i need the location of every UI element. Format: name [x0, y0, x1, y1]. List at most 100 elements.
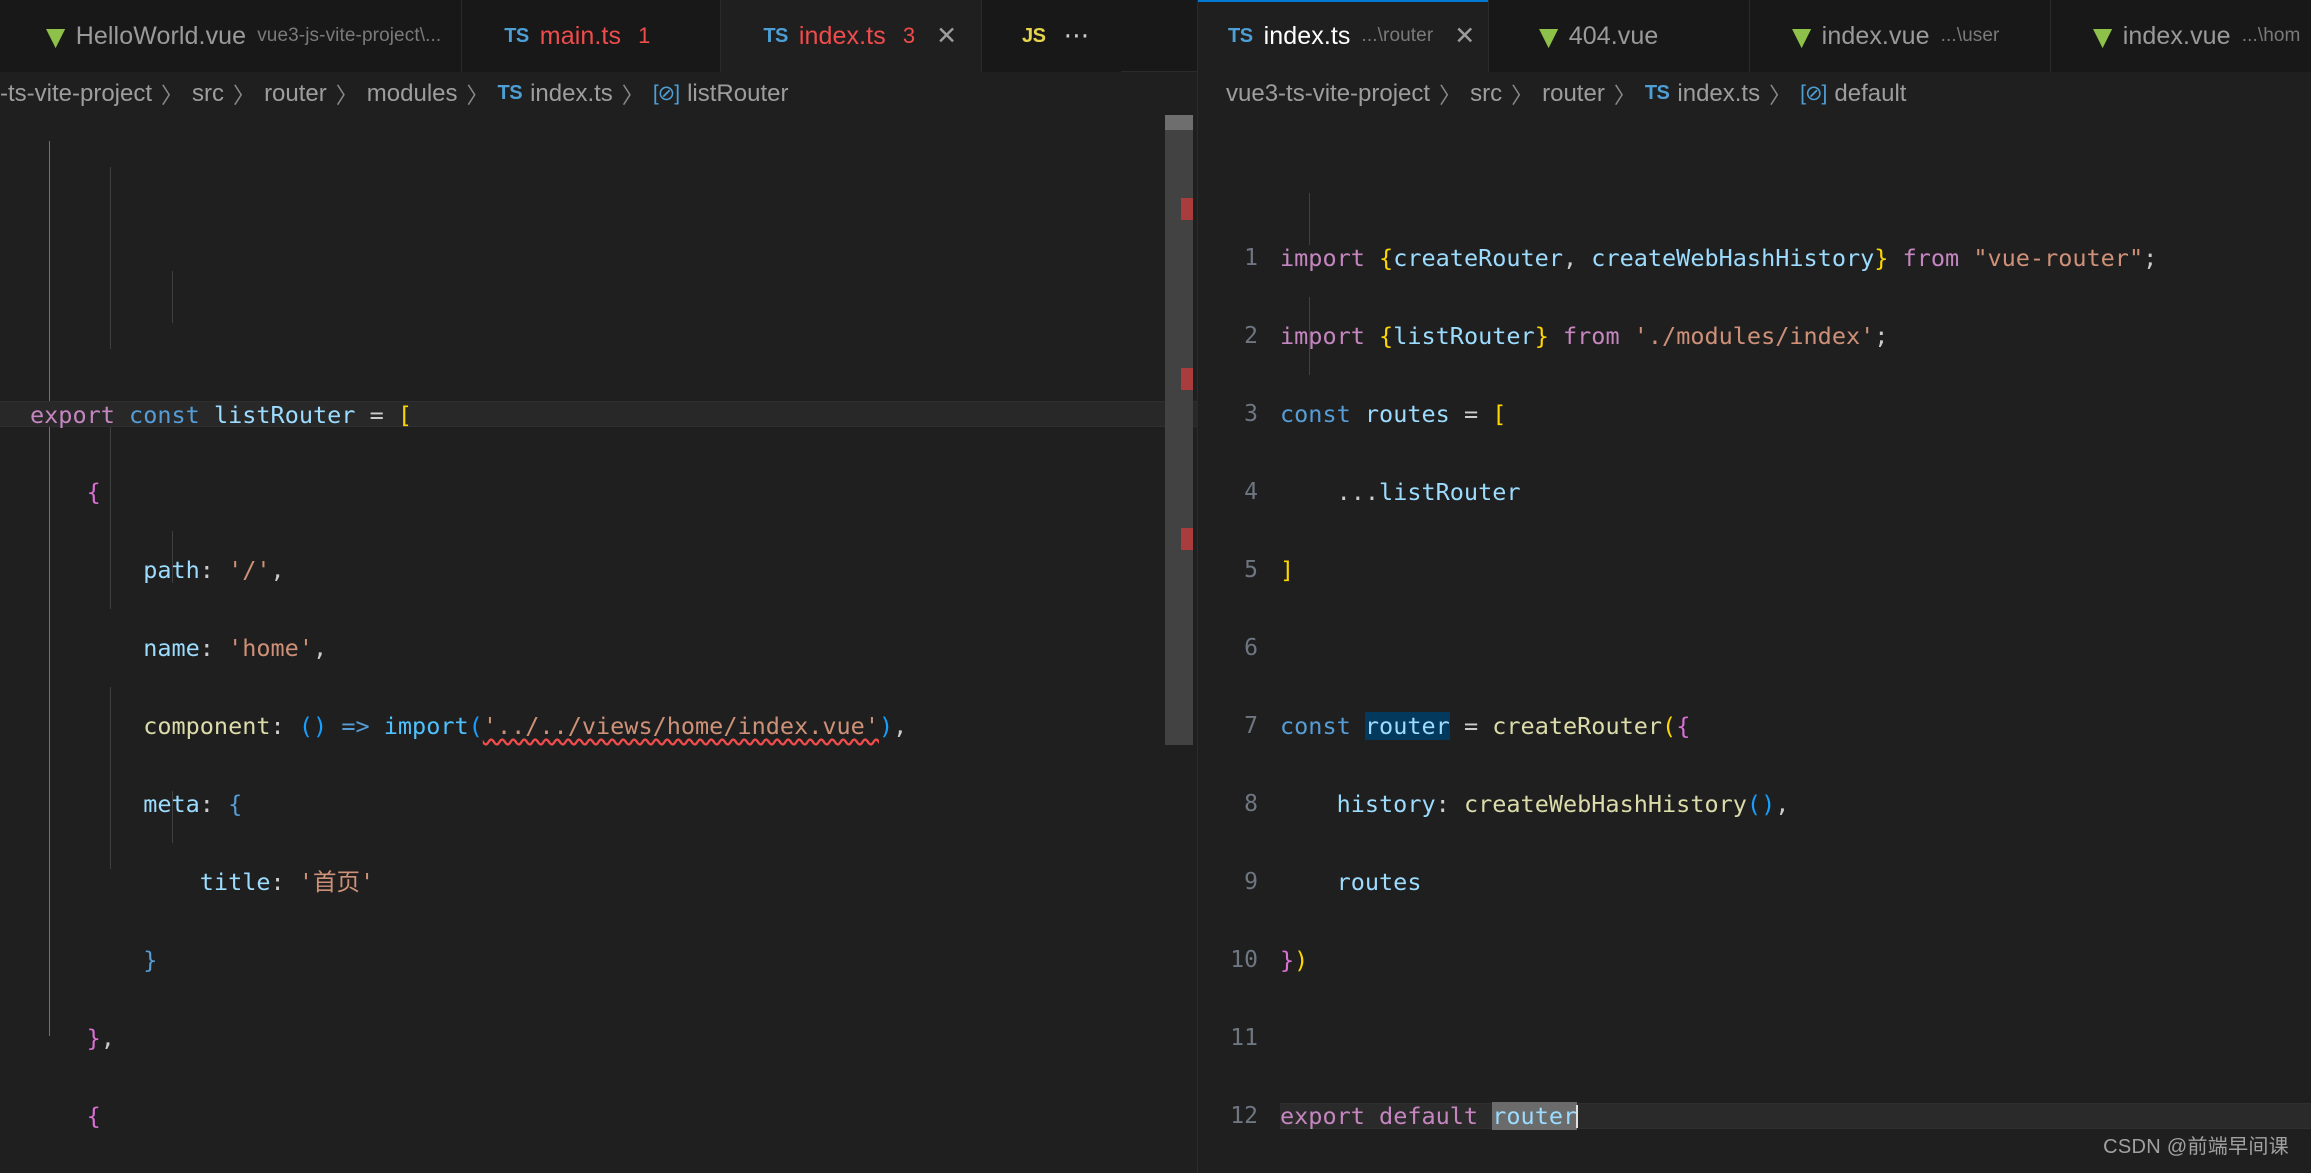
tab-description: ...\router [1361, 25, 1434, 46]
tab-description: ...\user [1940, 25, 2000, 46]
code-editor-right[interactable]: 1 import {createRouter, createWebHashHist… [1198, 115, 2311, 1173]
line-number: 10 [1230, 947, 1258, 973]
line-number: 8 [1244, 791, 1258, 817]
vue-file-icon: ▼ [2093, 21, 2112, 51]
editor-scrollbar-left[interactable] [1165, 115, 1193, 1173]
tab-index-vue-home[interactable]: ▼ index.vue ...\hom [2051, 0, 2311, 72]
code-line[interactable]: { [0, 479, 1197, 505]
tab-label: 404.vue [1568, 21, 1659, 50]
breadcrumb-item-modules[interactable]: modules [367, 80, 458, 108]
tab-label: index.vue [2122, 21, 2231, 50]
editor-group-right: TS index.ts ...\router ✕ ▼ 404.vue ▼ ind… [1197, 0, 2311, 1173]
line-number: 12 [1230, 1103, 1258, 1129]
error-marker[interactable] [1181, 528, 1193, 550]
watermark: CSDN @前端早间课 [2103, 1136, 2289, 1158]
line-number: 4 [1244, 479, 1258, 505]
breadcrumb-item-router[interactable]: router [1542, 80, 1605, 108]
tabbar-left[interactable]: ▼ HelloWorld.vue vue3-js-vite-project\..… [0, 0, 1197, 72]
tab-helloworld-vue[interactable]: ▼ HelloWorld.vue vue3-js-vite-project\..… [0, 0, 463, 72]
selected-word[interactable]: router [1364, 712, 1450, 740]
tab-index-ts-router[interactable]: TS index.ts ...\router ✕ [1198, 0, 1489, 72]
vue-file-icon: ▼ [1791, 21, 1811, 51]
breadcrumb-separator-icon: 〉 [621, 82, 644, 108]
close-icon[interactable]: ✕ [936, 23, 957, 49]
code-line[interactable]: 4 ...listRouter [1198, 479, 2311, 505]
code-line[interactable]: 12 export default router [1198, 1102, 2311, 1130]
breadcrumb-separator-icon: 〉 [233, 82, 256, 108]
vscode-window: ▼ HelloWorld.vue vue3-js-vite-project\..… [0, 0, 2311, 1173]
code-line[interactable]: export const listRouter = [ [0, 401, 1197, 428]
code-line[interactable]: 7 const router = createRouter({ [1198, 712, 2311, 740]
tab-error-badge: 3 [902, 23, 916, 48]
tab-index-ts-modules[interactable]: TS index.ts 3 ✕ [721, 0, 983, 72]
code-line[interactable]: 6 [1198, 635, 2311, 661]
error-marker[interactable] [1181, 368, 1193, 390]
breadcrumb-item-symbol[interactable]: [⊘] default [1800, 80, 1906, 108]
breadcrumb-separator-icon: 〉 [466, 82, 489, 108]
breadcrumb-separator-icon: 〉 [161, 82, 184, 108]
typescript-file-icon: TS [504, 25, 529, 47]
typescript-file-icon: TS [763, 25, 788, 47]
tab-overflow-js[interactable]: JS ⋯ [982, 0, 1121, 72]
selected-word[interactable]: router [1492, 1102, 1578, 1130]
breadcrumb-item-project[interactable]: vue3-ts-vite-project [1226, 80, 1430, 108]
code-line[interactable]: 9 routes [1198, 869, 2311, 895]
line-number: 6 [1244, 635, 1258, 661]
code-line[interactable]: component: () => import('../../views/hom… [0, 713, 1197, 739]
vue-file-icon: ▼ [46, 21, 65, 51]
typescript-file-icon: TS [497, 82, 523, 104]
editor-group-left: ▼ HelloWorld.vue vue3-js-vite-project\..… [0, 0, 1197, 1173]
breadcrumb-left[interactable]: -ts-vite-project 〉 src 〉 router 〉 module… [0, 72, 1197, 115]
variable-symbol-icon: [⊘] [652, 82, 680, 105]
breadcrumb-item-src[interactable]: src [1470, 80, 1502, 108]
line-number: 3 [1244, 401, 1258, 427]
line-number: 1 [1244, 245, 1258, 271]
code-line[interactable]: }, [0, 1025, 1197, 1051]
code-editor-left[interactable]: export const listRouter = [ { path: '/',… [0, 115, 1197, 1173]
more-tabs-icon[interactable]: ⋯ [1064, 23, 1091, 49]
code-line[interactable]: name: 'home', [0, 635, 1197, 661]
error-marker[interactable] [1181, 198, 1193, 220]
code-line[interactable]: 10}) [1198, 947, 2311, 973]
code-line[interactable]: 2 import {listRouter} from './modules/ind… [1198, 323, 2311, 349]
tab-label: main.ts [539, 21, 622, 50]
breadcrumb-item-project[interactable]: -ts-vite-project [0, 80, 152, 108]
breadcrumb-separator-icon: 〉 [1511, 82, 1534, 108]
tabbar-right[interactable]: TS index.ts ...\router ✕ ▼ 404.vue ▼ ind… [1198, 0, 2311, 72]
breadcrumb-item-symbol[interactable]: [⊘] listRouter [653, 80, 789, 108]
code-line[interactable]: 5] [1198, 557, 2311, 583]
code-line[interactable]: path: '/', [0, 557, 1197, 583]
typescript-file-icon: TS [1644, 82, 1670, 104]
indent-guide [49, 141, 50, 1036]
indent-guide [172, 271, 173, 323]
breadcrumb-separator-icon: 〉 [1769, 82, 1792, 108]
tab-label: HelloWorld.vue [75, 21, 247, 50]
breadcrumb-item-file[interactable]: TS index.ts [498, 80, 613, 108]
code-line[interactable]: } [0, 947, 1197, 973]
scrollbar-top-decoration [1165, 115, 1193, 130]
breadcrumb-separator-icon: 〉 [1613, 82, 1636, 108]
tab-label: index.ts [1263, 21, 1351, 50]
line-number: 11 [1230, 1025, 1258, 1051]
breadcrumb-item-router[interactable]: router [264, 80, 327, 108]
tab-404-vue[interactable]: ▼ 404.vue [1488, 0, 1750, 72]
code-line[interactable]: 1 import {createRouter, createWebHashHist… [1198, 245, 2311, 271]
tab-main-ts[interactable]: TS main.ts 1 [462, 0, 722, 72]
tab-description: ...\hom [2241, 25, 2301, 46]
code-line[interactable]: { [0, 1103, 1197, 1129]
text-cursor [1576, 1105, 1579, 1128]
tab-index-vue-user[interactable]: ▼ index.vue ...\user [1749, 0, 2052, 72]
code-line[interactable]: 8 history: createWebHashHistory(), [1198, 791, 2311, 817]
code-line[interactable]: title: '首页' [0, 869, 1197, 895]
code-line[interactable]: 11 [1198, 1025, 2311, 1051]
indent-guide [1309, 193, 1310, 245]
close-icon[interactable]: ✕ [1454, 23, 1475, 49]
code-line[interactable]: meta: { [0, 791, 1197, 817]
breadcrumb-right[interactable]: vue3-ts-vite-project 〉 src 〉 router 〉 TS… [1198, 72, 2311, 115]
typescript-file-icon: TS [1228, 25, 1253, 47]
tab-label: index.vue [1821, 21, 1930, 50]
breadcrumb-item-src[interactable]: src [192, 80, 224, 108]
line-number: 2 [1244, 323, 1258, 349]
breadcrumb-item-file[interactable]: TS index.ts [1645, 80, 1760, 108]
code-line[interactable]: 3 const routes = [ [1198, 401, 2311, 427]
